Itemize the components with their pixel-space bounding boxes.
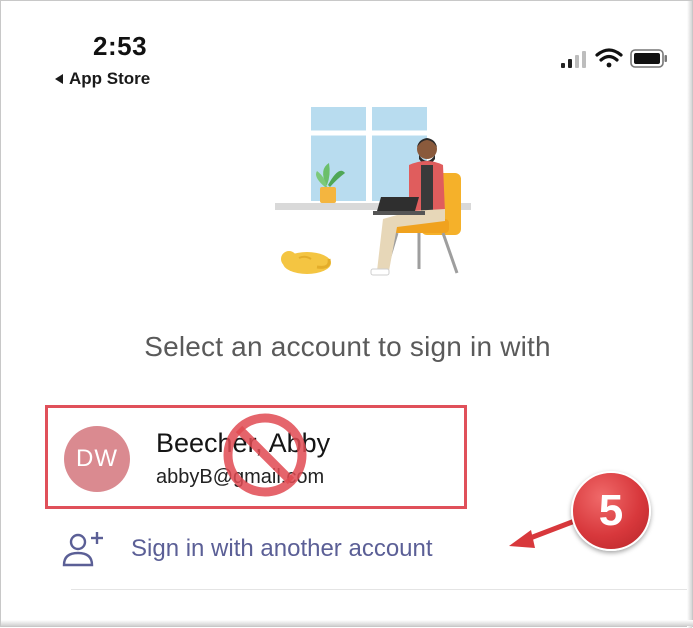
screen-frame: 2:53 App Store Select an account to sign…	[0, 0, 693, 628]
right-edge-shadow	[687, 1, 692, 628]
avatar-initials: DW	[76, 445, 118, 472]
account-option[interactable]: DW Beecher, Abby abbyB@gmail.com	[45, 405, 467, 509]
step-number: 5	[598, 486, 624, 535]
no-entry-icon	[223, 413, 307, 497]
back-link-label: App Store	[69, 69, 151, 88]
signal-icon	[561, 51, 586, 68]
step-number-badge: 5	[571, 471, 651, 551]
avatar: DW	[64, 426, 130, 492]
status-icons	[561, 48, 667, 68]
back-to-app-store-link[interactable]: App Store	[55, 69, 150, 89]
sign-in-another-account-button[interactable]: Sign in with another account	[61, 529, 433, 569]
add-user-icon	[62, 532, 103, 567]
wifi-icon	[595, 48, 623, 68]
status-time: 2:53	[93, 31, 148, 61]
separator	[71, 589, 689, 590]
select-account-prompt: Select an account to sign in with	[144, 331, 551, 362]
back-arrow-icon	[55, 74, 63, 84]
workspace-illustration	[275, 103, 471, 276]
battery-icon	[630, 49, 667, 68]
sign-in-another-label: Sign in with another account	[131, 535, 433, 562]
bottom-edge-shadow	[1, 620, 693, 626]
